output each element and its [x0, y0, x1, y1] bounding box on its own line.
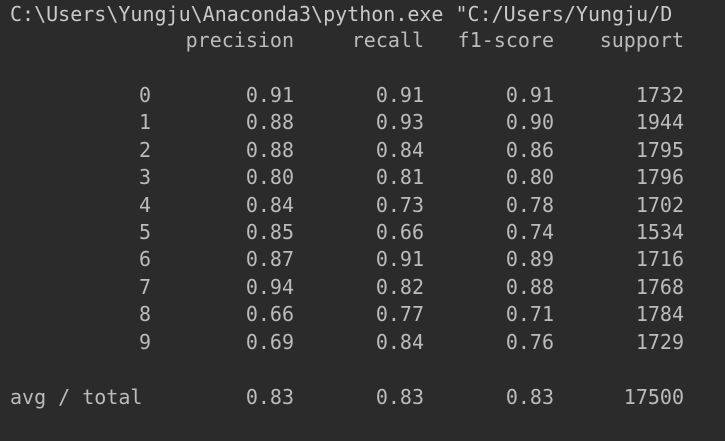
- row-precision: 0.88: [245, 137, 294, 162]
- row-support: 1784: [635, 302, 684, 327]
- row-support: 1796: [635, 165, 684, 190]
- header-support: support: [599, 28, 684, 52]
- total-precision: 0.83: [245, 385, 294, 409]
- row-f1-score: 0.74: [505, 220, 554, 244]
- row-precision: 0.94: [245, 274, 294, 299]
- row-recall: 0.82: [375, 274, 424, 299]
- total-label: avg / total: [10, 385, 143, 409]
- row-support: 1534: [635, 220, 684, 244]
- row-support: 1795: [635, 137, 684, 162]
- row-support: 1732: [635, 83, 684, 107]
- row-class-label: 4: [138, 192, 151, 217]
- row-support: 1729: [635, 329, 684, 354]
- row-class-label: 7: [138, 274, 151, 299]
- row-f1-score: 0.86: [505, 137, 554, 162]
- row-support: 1944: [635, 110, 684, 135]
- row-precision: 0.66: [245, 302, 294, 327]
- row-class-label: 0: [138, 83, 151, 107]
- total-recall: 0.83: [375, 385, 424, 409]
- row-f1-score: 0.91: [505, 83, 554, 107]
- row-support: 1768: [635, 274, 684, 299]
- row-recall: 0.93: [375, 110, 424, 135]
- row-recall: 0.84: [375, 329, 424, 354]
- header-f1-score: f1-score: [457, 28, 554, 52]
- console-output[interactable]: C:\Users\Yungju\Anaconda3\python.exe "C:…: [0, 0, 725, 441]
- header-recall: recall: [351, 28, 424, 52]
- row-support: 1716: [635, 247, 684, 272]
- total-f1-score: 0.83: [505, 385, 554, 409]
- row-class-label: 9: [138, 329, 151, 354]
- row-precision: 0.69: [245, 329, 294, 354]
- row-precision: 0.87: [245, 247, 294, 272]
- row-recall: 0.84: [375, 137, 424, 162]
- row-f1-score: 0.76: [505, 329, 554, 354]
- row-f1-score: 0.88: [505, 274, 554, 299]
- row-precision: 0.84: [245, 192, 294, 217]
- row-recall: 0.66: [375, 220, 424, 244]
- row-f1-score: 0.78: [505, 192, 554, 217]
- header-precision: precision: [185, 28, 294, 52]
- row-precision: 0.80: [245, 165, 294, 190]
- row-class-label: 1: [138, 110, 151, 135]
- row-f1-score: 0.71: [505, 302, 554, 327]
- row-class-label: 2: [138, 137, 151, 162]
- row-recall: 0.91: [375, 247, 424, 272]
- row-f1-score: 0.80: [505, 165, 554, 190]
- total-support: 17500: [623, 385, 684, 409]
- row-support: 1702: [635, 192, 684, 217]
- row-class-label: 8: [138, 302, 151, 327]
- row-recall: 0.81: [375, 165, 424, 190]
- row-precision: 0.85: [245, 220, 294, 244]
- row-precision: 0.91: [245, 83, 294, 107]
- command-line: C:\Users\Yungju\Anaconda3\python.exe "C:…: [10, 2, 673, 26]
- row-recall: 0.91: [375, 83, 424, 107]
- row-recall: 0.73: [375, 192, 424, 217]
- row-precision: 0.88: [245, 110, 294, 135]
- row-class-label: 5: [138, 220, 151, 244]
- row-class-label: 3: [138, 165, 151, 190]
- row-f1-score: 0.90: [505, 110, 554, 135]
- row-class-label: 6: [138, 247, 151, 272]
- row-recall: 0.77: [375, 302, 424, 327]
- row-f1-score: 0.89: [505, 247, 554, 272]
